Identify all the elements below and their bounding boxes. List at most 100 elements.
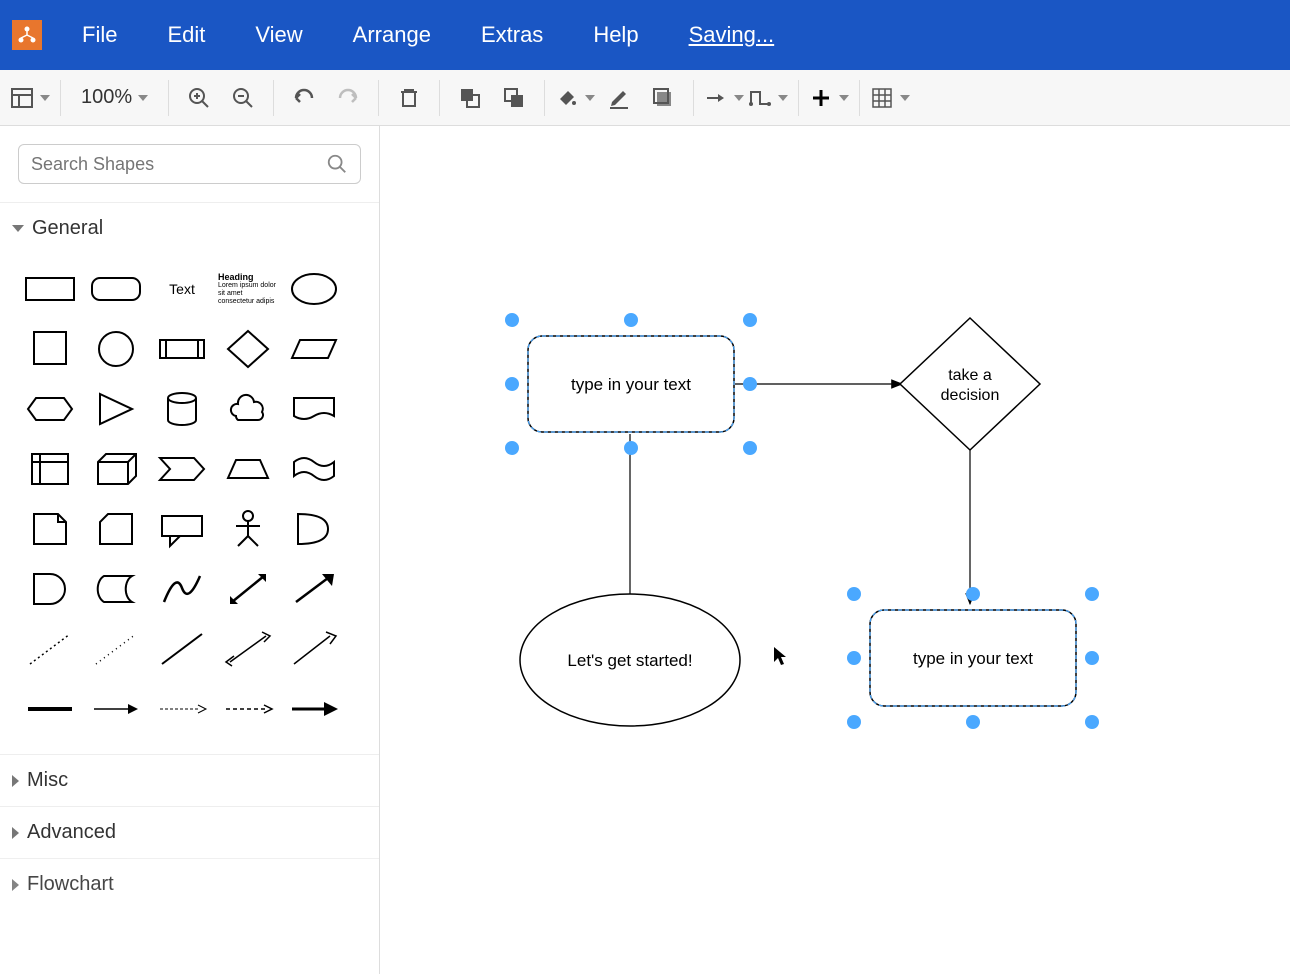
shape-curve[interactable] [152,564,212,614]
zoom-out-button[interactable] [223,78,263,118]
shape-connector-arrow[interactable] [86,684,146,734]
selection-handle[interactable] [624,313,638,327]
selection-handle[interactable] [1085,651,1099,665]
shape-rounded2-text[interactable]: type in your text [913,649,1033,668]
line-color-button[interactable] [599,78,639,118]
shape-cylinder[interactable] [152,384,212,434]
selection-handle[interactable] [743,313,757,327]
shape-hexagon[interactable] [20,384,80,434]
shape-card[interactable] [86,504,146,554]
app-logo[interactable] [12,20,42,50]
shape-cloud[interactable] [218,384,278,434]
search-input[interactable] [31,154,326,175]
waypoints-button[interactable] [748,78,788,118]
selection-handle[interactable] [1085,715,1099,729]
shape-internal-storage[interactable] [20,444,80,494]
save-status[interactable]: Saving... [679,18,785,52]
menu-view[interactable]: View [245,18,312,52]
shape-process[interactable] [152,324,212,374]
delete-button[interactable] [389,78,429,118]
selection-handle[interactable] [847,651,861,665]
category-general[interactable]: General [0,202,379,254]
menu-help[interactable]: Help [583,18,648,52]
shape-decision[interactable] [900,318,1040,450]
shape-text[interactable]: Text [152,264,212,314]
fill-color-button[interactable] [555,78,595,118]
shape-connector-bold[interactable] [284,684,344,734]
shape-tape[interactable] [284,444,344,494]
selection-handle[interactable] [505,377,519,391]
selection-handle[interactable] [1085,587,1099,601]
shape-triangle[interactable] [86,384,146,434]
table-button[interactable] [870,78,910,118]
menu-edit[interactable]: Edit [157,18,215,52]
selection-handle[interactable] [624,441,638,455]
shape-dashed-line[interactable] [20,624,80,674]
shape-arrow[interactable] [284,564,344,614]
pencil-icon [607,86,631,110]
zoom-dropdown[interactable]: 100% [71,86,158,109]
shape-link[interactable] [20,684,80,734]
shape-connector-dashed[interactable] [218,684,278,734]
selection-handle[interactable] [743,441,757,455]
shape-note[interactable] [20,504,80,554]
shape-rounded-rectangle[interactable] [86,264,146,314]
shape-or[interactable] [284,504,344,554]
menu-arrange[interactable]: Arrange [343,18,441,52]
shape-connector-thin[interactable] [152,684,212,734]
category-flowchart[interactable]: Flowchart [0,858,379,910]
shape-data-storage[interactable] [86,564,146,614]
selection-handle[interactable] [505,313,519,327]
shape-document[interactable] [284,384,344,434]
shape-directional-connector[interactable] [284,624,344,674]
menubar: File Edit View Arrange Extras Help Savin… [0,0,1290,70]
shape-rounded1-text[interactable]: type in your text [571,375,691,394]
connection-button[interactable] [704,78,744,118]
shape-step[interactable] [152,444,212,494]
shape-decision-text2[interactable]: decision [941,387,1000,404]
shadow-button[interactable] [643,78,683,118]
shape-parallelogram[interactable] [284,324,344,374]
shape-ellipse[interactable] [284,264,344,314]
shape-bidirectional-arrow[interactable] [218,564,278,614]
redo-button[interactable] [328,78,368,118]
canvas[interactable]: type in your text take a decision Let's … [380,126,1290,974]
shape-diamond[interactable] [218,324,278,374]
shape-trapezoid[interactable] [218,444,278,494]
shape-line[interactable] [152,624,212,674]
category-misc[interactable]: Misc [0,754,379,806]
category-advanced[interactable]: Advanced [0,806,379,858]
selection-handle[interactable] [847,587,861,601]
waypoint-icon [748,86,772,110]
undo-button[interactable] [284,78,324,118]
shape-decision-text1[interactable]: take a [948,367,992,384]
chevron-right-icon [12,879,19,891]
shape-dotted-line[interactable] [86,624,146,674]
panels-button[interactable] [10,78,50,118]
shape-circle[interactable] [86,324,146,374]
shape-cube[interactable] [86,444,146,494]
search-box[interactable] [18,144,361,184]
zoom-in-button[interactable] [179,78,219,118]
shape-bidir-connector[interactable] [218,624,278,674]
to-back-button[interactable] [494,78,534,118]
selection-handle[interactable] [743,377,757,391]
menu-extras[interactable]: Extras [471,18,553,52]
menu-file[interactable]: File [72,18,127,52]
shape-actor[interactable] [218,504,278,554]
selection-handle[interactable] [966,715,980,729]
grid-icon [870,86,894,110]
to-front-button[interactable] [450,78,490,118]
shape-callout[interactable] [152,504,212,554]
shape-and[interactable] [20,564,80,614]
shape-rectangle[interactable] [20,264,80,314]
selection-handle[interactable] [505,441,519,455]
insert-button[interactable] [809,78,849,118]
selection-handle[interactable] [847,715,861,729]
shape-ellipse-text[interactable]: Let's get started! [567,651,692,670]
selection-handle[interactable] [966,587,980,601]
shape-textbox[interactable]: HeadingLorem ipsum dolor sit amet consec… [218,264,278,314]
category-label: General [32,217,103,240]
shape-square[interactable] [20,324,80,374]
toolbar-separator [693,80,694,116]
